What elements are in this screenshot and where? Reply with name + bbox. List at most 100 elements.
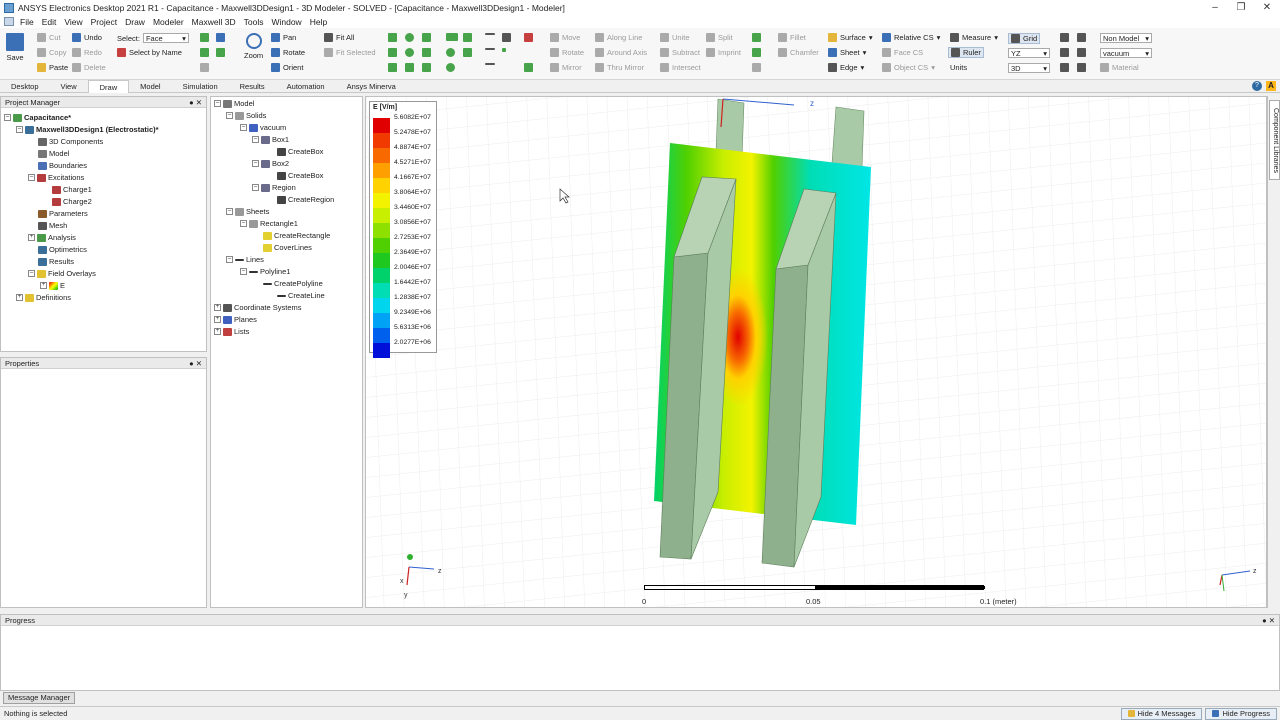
save-button[interactable]: Save	[6, 33, 24, 62]
tree-node-rectangle1[interactable]: – Rectangle1	[240, 219, 298, 228]
tree-node-definitions[interactable]: + Definitions	[16, 293, 71, 302]
draw-helix-button[interactable]	[405, 63, 414, 72]
tree-node-coverlines[interactable]: CoverLines	[263, 243, 312, 252]
menu-file[interactable]: File	[16, 17, 38, 27]
minimize-icon[interactable]: –	[1202, 2, 1228, 13]
fit-selected-button[interactable]: Fit Selected	[324, 48, 376, 57]
tree-node-coordinate-systems[interactable]: + Coordinate Systems	[214, 303, 302, 312]
draw-cone-button[interactable]	[388, 63, 397, 72]
split-button[interactable]: Split	[706, 33, 733, 42]
pin-icon[interactable]: ●	[1262, 616, 1267, 625]
tab-draw[interactable]: Draw	[87, 79, 130, 93]
menu-maxwell3d[interactable]: Maxwell 3D	[188, 17, 240, 27]
imprint-button[interactable]: Imprint	[706, 48, 741, 57]
app-menu-icon[interactable]	[4, 17, 14, 26]
draw-3d-text-button[interactable]	[524, 33, 533, 42]
draw-region-button[interactable]	[463, 33, 472, 42]
tree-node-createbox1[interactable]: CreateBox	[277, 147, 323, 156]
paste-button[interactable]: Paste	[37, 63, 68, 72]
rotate-button[interactable]: Rotate	[271, 48, 305, 57]
menu-window[interactable]: Window	[267, 17, 305, 27]
draw-arc-button[interactable]	[485, 63, 495, 65]
intersect-button[interactable]: Intersect	[660, 63, 701, 72]
tree-node-polyline1[interactable]: – Polyline1	[240, 267, 290, 276]
tab-simulation[interactable]: Simulation	[172, 80, 229, 93]
mirror-button[interactable]: Mirror	[550, 63, 582, 72]
tree-node-analysis[interactable]: + Analysis	[28, 233, 76, 242]
tree-node-createbox2[interactable]: CreateBox	[277, 171, 323, 180]
tree-node-3d-components[interactable]: 3D Components	[38, 137, 103, 146]
menu-view[interactable]: View	[60, 17, 86, 27]
modeler-viewport[interactable]: z z y x z E [V/m] 5.6082E+07 5.2478E+07 4.…	[365, 96, 1267, 608]
grid-button[interactable]: Grid	[1008, 33, 1041, 44]
thru-mirror-button[interactable]: Thru Mirror	[595, 63, 644, 72]
snap-button-5[interactable]	[1077, 48, 1086, 57]
model-type-dropdown[interactable]: Non Model ▾	[1100, 33, 1152, 43]
snap-button-1[interactable]	[1060, 33, 1069, 42]
tree-node-charge2[interactable]: Charge2	[52, 197, 92, 206]
plane-dropdown[interactable]: YZ ▾	[1008, 48, 1050, 58]
edge-button[interactable]: Edge ▾	[828, 63, 864, 72]
menu-tools[interactable]: Tools	[240, 17, 268, 27]
tree-node-optimetrics[interactable]: Optimetrics	[38, 245, 87, 254]
undo-button[interactable]: Undo	[72, 33, 102, 42]
draw-sphere-button[interactable]	[405, 33, 414, 42]
ruler-button[interactable]: Ruler	[948, 47, 984, 58]
along-line-button[interactable]: Along Line	[595, 33, 642, 42]
dimension-dropdown[interactable]: 3D ▾	[1008, 63, 1050, 73]
menu-draw[interactable]: Draw	[121, 17, 149, 27]
edit-sources-button-3[interactable]	[752, 63, 761, 72]
fillet-button[interactable]: Fillet	[778, 33, 806, 42]
cut-button[interactable]: Cut	[37, 33, 61, 42]
message-manager-tab[interactable]: Message Manager	[3, 692, 76, 704]
tree-node-createline[interactable]: CreateLine	[277, 291, 325, 300]
tree-node-createpolyline[interactable]: CreatePolyline	[263, 279, 323, 288]
draw-spiral-button[interactable]	[422, 48, 431, 57]
draw-polyhedron-button[interactable]	[422, 33, 431, 42]
move-button[interactable]: Move	[550, 33, 580, 42]
draw-line-button[interactable]	[485, 33, 495, 35]
view-select-button-2[interactable]	[200, 48, 209, 57]
copy-button[interactable]: Copy	[37, 48, 67, 57]
draw-spline-button[interactable]	[485, 48, 495, 50]
relative-cs-button[interactable]: Relative CS ▾	[882, 33, 940, 42]
hide-messages-button[interactable]: Hide 4 Messages	[1120, 707, 1203, 720]
pan-button[interactable]: Pan	[271, 33, 296, 42]
tab-automation[interactable]: Automation	[276, 80, 336, 93]
zoom-button[interactable]: Zoom	[244, 33, 263, 60]
tree-node-project[interactable]: – Capacitance*	[4, 113, 71, 122]
tab-model[interactable]: Model	[129, 80, 171, 93]
around-axis-button[interactable]: Around Axis	[595, 48, 647, 57]
redo-button[interactable]: Redo	[72, 48, 102, 57]
view-select-button-3[interactable]	[200, 63, 209, 72]
close-icon[interactable]: ✕	[196, 359, 202, 368]
tree-node-planes[interactable]: + Planes	[214, 315, 257, 324]
tab-results[interactable]: Results	[229, 80, 276, 93]
tree-node-createrectangle[interactable]: CreateRectangle	[263, 231, 330, 240]
tree-node-solids[interactable]: – Solids	[226, 111, 266, 120]
draw-plane-button[interactable]	[524, 63, 533, 72]
tree-node-model[interactable]: Model	[38, 149, 69, 158]
tree-node-boundaries[interactable]: Boundaries	[38, 161, 87, 170]
draw-torus-button[interactable]	[405, 48, 414, 57]
select-mode-dropdown[interactable]: Face ▾	[142, 33, 189, 43]
units-button[interactable]: Units	[950, 63, 967, 72]
tree-node-region[interactable]: – Region	[252, 183, 296, 192]
draw-cylinder-button[interactable]	[388, 48, 397, 57]
fit-all-button[interactable]: Fit All	[324, 33, 354, 42]
draw-box-button[interactable]	[388, 33, 397, 42]
orient-button[interactable]: Orient	[271, 63, 303, 72]
subtract-button[interactable]: Subtract	[660, 48, 700, 57]
tree-node-parameters[interactable]: Parameters	[38, 209, 88, 218]
view-select-button-1[interactable]	[200, 33, 209, 42]
snap-button-6[interactable]	[1077, 63, 1086, 72]
pin-icon[interactable]: ●	[189, 359, 194, 368]
snap-button-4[interactable]	[1077, 33, 1086, 42]
edit-sources-button-1[interactable]	[752, 33, 761, 42]
draw-rectangle-button[interactable]	[446, 33, 458, 41]
draw-polygon-button[interactable]	[463, 48, 472, 57]
material-button[interactable]: Material	[1100, 63, 1139, 72]
face-cs-button[interactable]: Face CS	[882, 48, 923, 57]
snap-button-3[interactable]	[1060, 63, 1069, 72]
tree-node-excitations[interactable]: – Excitations	[28, 173, 84, 182]
